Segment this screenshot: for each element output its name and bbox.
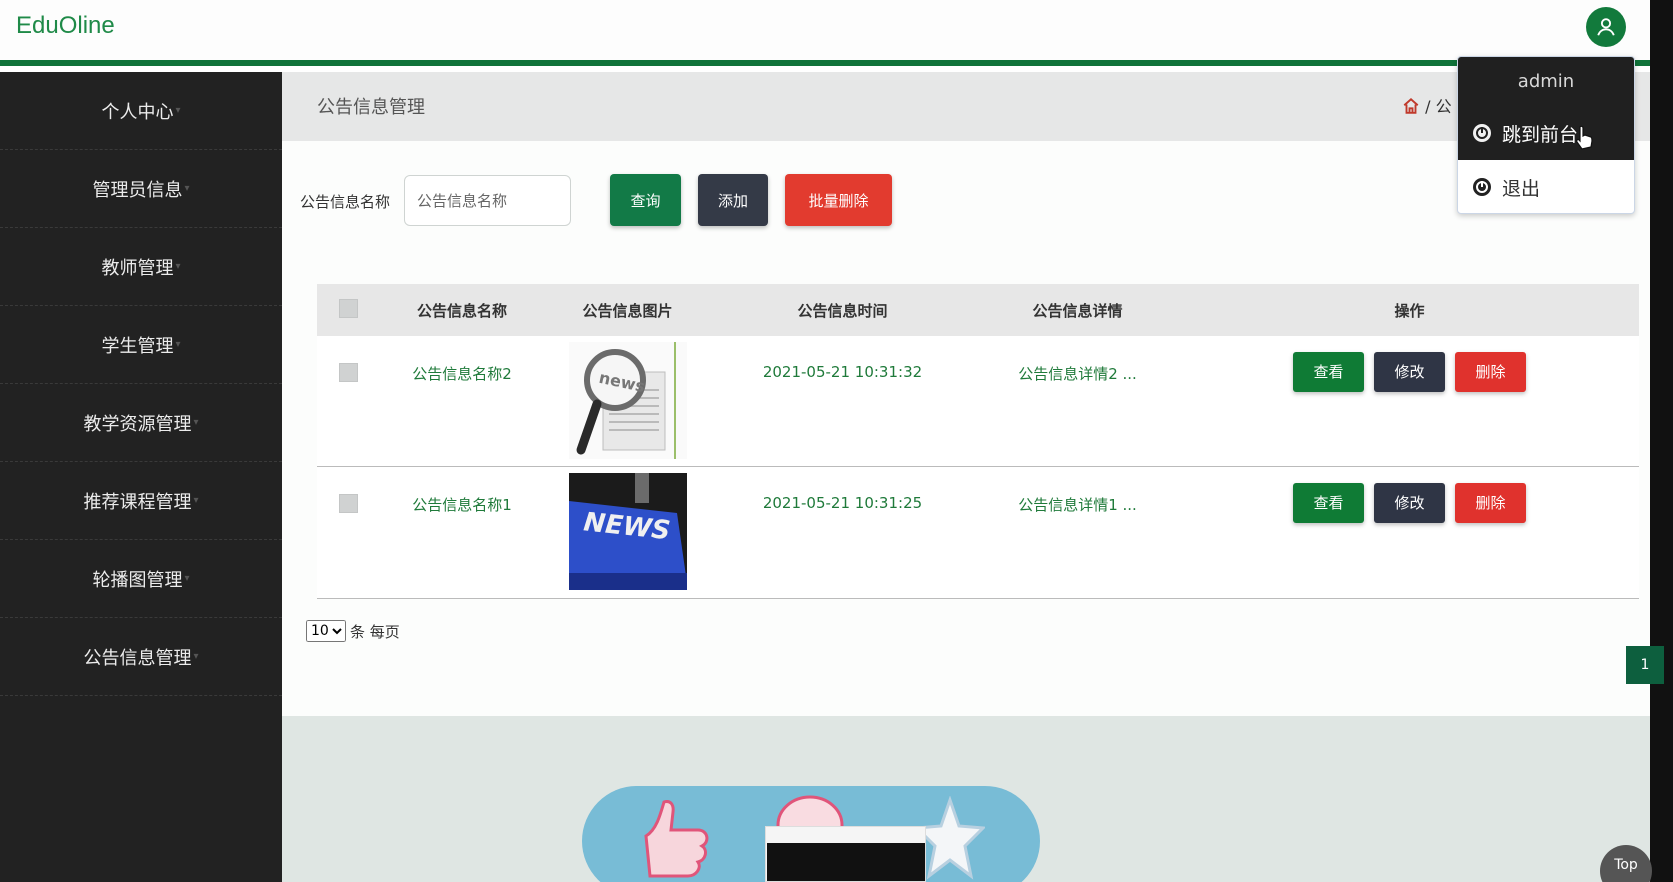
dropdown-item-label: 跳到前台	[1502, 123, 1579, 146]
breadcrumb-bar: 公告信息管理 / 公	[282, 72, 1650, 141]
user-avatar[interactable]	[1586, 7, 1626, 47]
sidebar-item-label: 公告信息管理	[83, 647, 192, 669]
sidebar-item-label: 轮播图管理	[92, 569, 183, 591]
caret-icon: ▾	[193, 495, 199, 506]
column-header: 公告信息图片	[582, 301, 673, 320]
search-label: 公告信息名称	[300, 193, 391, 211]
thumbnail-popup	[765, 826, 926, 882]
sidebar-item-label: 学生管理	[101, 335, 174, 357]
delete-button[interactable]: 删除	[1455, 483, 1526, 523]
dropdown-item-label: 退出	[1502, 177, 1541, 200]
user-dropdown-menu: admin 跳到前台 退出	[1457, 56, 1635, 214]
table-row: 公告信息名称1 NEWS 2021-05-21 10:31:25 公告信息详情1…	[317, 467, 1639, 598]
sidebar-item-label: 教学资源管理	[83, 413, 192, 435]
thumbnail-image	[767, 843, 925, 881]
thumbs-up-icon	[644, 800, 709, 878]
sidebar-item-admin-info[interactable]: 管理员信息 ▾	[0, 150, 282, 228]
edit-button[interactable]: 修改	[1374, 352, 1445, 392]
column-header: 公告信息详情	[1032, 301, 1123, 320]
sidebar-item-notices[interactable]: 公告信息管理 ▾	[0, 618, 282, 696]
caret-icon: ▾	[175, 105, 181, 116]
dropdown-username: admin	[1458, 57, 1634, 106]
sidebar-item-label: 教师管理	[101, 257, 174, 279]
goto-frontend-item[interactable]: 跳到前台	[1458, 106, 1634, 160]
notice-table: 公告信息名称 公告信息图片 公告信息时间 公告信息详情 操作 公告信息名称2 n…	[317, 284, 1639, 599]
brand-logo[interactable]: EduOline	[16, 12, 115, 40]
news-key-image: NEWS	[568, 473, 687, 590]
power-icon	[1473, 124, 1491, 142]
window-edge	[1650, 0, 1673, 882]
caret-icon: ▾	[193, 417, 199, 428]
page-size-label: 条 每页	[350, 622, 400, 641]
sidebar-item-student[interactable]: 学生管理 ▾	[0, 306, 282, 384]
sidebar-item-personal-center[interactable]: 个人中心 ▾	[0, 72, 282, 150]
column-header: 操作	[1394, 301, 1425, 320]
sidebar-item-label: 管理员信息	[92, 179, 183, 201]
delete-button[interactable]: 删除	[1455, 352, 1526, 392]
caret-icon: ▾	[184, 573, 190, 584]
caret-icon: ▾	[193, 651, 199, 662]
view-button[interactable]: 查看	[1293, 352, 1364, 392]
caret-icon: ▾	[184, 183, 190, 194]
page-size-select[interactable]: 10	[306, 620, 346, 642]
sidebar: 个人中心 ▾ 管理员信息 ▾ 教师管理 ▾ 学生管理 ▾ 教学资源管理 ▾ 推荐课程管理 ▾…	[0, 72, 282, 882]
news-magnifier-image: news	[568, 342, 687, 459]
column-header: 公告信息名称	[416, 301, 507, 320]
table-header-row: 公告信息名称 公告信息图片 公告信息时间 公告信息详情 操作	[317, 284, 1639, 336]
notice-detail[interactable]: 公告信息详情1 ...	[975, 467, 1180, 515]
notice-name: 公告信息名称1	[412, 496, 512, 514]
notice-time: 2021-05-21 10:31:25	[762, 494, 923, 512]
user-icon	[1597, 18, 1615, 36]
sidebar-item-label: 推荐课程管理	[83, 491, 192, 513]
caret-icon: ▾	[175, 339, 181, 350]
breadcrumb: / 公	[1402, 93, 1452, 117]
main-content: 公告信息管理 / 公 公告信息名称 查询 添加 批量删除 公告信息名称 公告信息…	[282, 72, 1664, 882]
caret-icon: ▾	[175, 261, 181, 272]
hand-cursor-icon	[1576, 125, 1593, 150]
sidebar-item-label: 个人中心	[101, 101, 174, 123]
row-checkbox[interactable]	[338, 363, 358, 382]
sidebar-item-carousel[interactable]: 轮播图管理 ▾	[0, 540, 282, 618]
view-button[interactable]: 查看	[1293, 483, 1364, 523]
query-button[interactable]: 查询	[610, 174, 681, 226]
edit-button[interactable]: 修改	[1374, 483, 1445, 523]
row-checkbox[interactable]	[338, 494, 358, 513]
search-input[interactable]	[404, 175, 571, 226]
sidebar-item-courses[interactable]: 推荐课程管理 ▾	[0, 462, 282, 540]
select-all-checkbox[interactable]	[338, 298, 358, 318]
notice-time: 2021-05-21 10:31:32	[762, 363, 923, 381]
page-size-control: 10 条 每页	[306, 620, 400, 642]
breadcrumb-text: / 公	[1425, 97, 1452, 116]
top-header: EduOline	[0, 0, 1673, 66]
home-icon[interactable]	[1402, 97, 1420, 115]
add-button[interactable]: 添加	[698, 174, 768, 226]
notice-name: 公告信息名称2	[412, 365, 512, 383]
column-header: 公告信息时间	[797, 301, 888, 320]
power-icon	[1473, 178, 1491, 196]
page-button-current[interactable]: 1	[1626, 646, 1664, 684]
table-row: 公告信息名称2 news 2021-05-21 10:31:32 公告信息详情2…	[317, 336, 1639, 467]
page-title: 公告信息管理	[317, 97, 425, 118]
batch-delete-button[interactable]: 批量删除	[785, 174, 892, 226]
sidebar-item-resources[interactable]: 教学资源管理 ▾	[0, 384, 282, 462]
sidebar-item-teacher[interactable]: 教师管理 ▾	[0, 228, 282, 306]
logout-item[interactable]: 退出	[1458, 160, 1634, 213]
notice-detail[interactable]: 公告信息详情2 ...	[975, 336, 1180, 384]
